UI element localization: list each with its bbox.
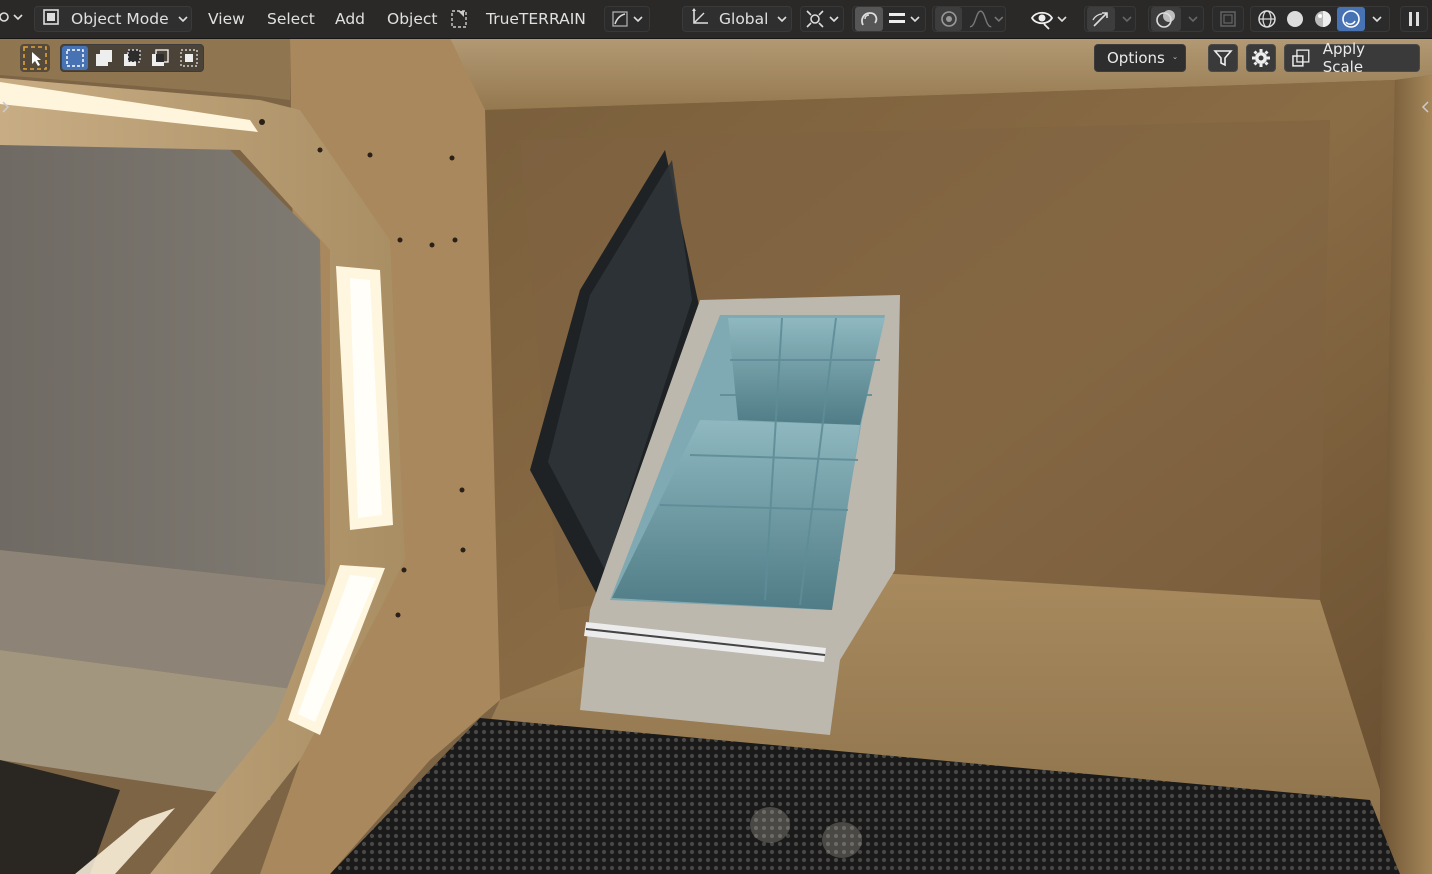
select-invert-icon [152, 49, 170, 66]
select-new-button[interactable] [62, 46, 89, 70]
xray-toggle[interactable] [1212, 6, 1244, 32]
toolbar-expand-icon[interactable] [1, 100, 11, 114]
select-subtract-icon [123, 49, 141, 66]
snap-toggle[interactable] [855, 7, 883, 31]
chevron-down-icon [910, 16, 920, 23]
overlay-group[interactable] [1148, 6, 1204, 32]
select-extend-button[interactable] [91, 46, 117, 70]
overlay-icon [1156, 10, 1175, 28]
menu-trueterrain[interactable]: TrueTERRAIN [480, 6, 592, 32]
menu-view[interactable]: View [202, 6, 251, 32]
chevron-down-icon [994, 16, 1004, 23]
select-intersect-icon [180, 49, 198, 67]
gizmo-group[interactable] [1084, 6, 1136, 32]
object-mode-icon [41, 7, 63, 31]
proportional-edit-icon [940, 11, 957, 27]
apply-scale-icon [1292, 49, 1310, 67]
addon-dropdown[interactable] [604, 6, 650, 32]
transform-orientation-icon [689, 6, 711, 32]
select-new-icon [66, 49, 84, 67]
filter-button[interactable] [1208, 44, 1238, 72]
chevron-down-icon [1057, 16, 1067, 23]
sidebar-expand-icon[interactable] [1420, 100, 1430, 114]
snap-group[interactable] [852, 6, 926, 32]
object-mode-dropdown[interactable]: Object Mode [34, 6, 192, 32]
overlay-toggle[interactable] [1151, 7, 1181, 31]
gizmo-toggle[interactable] [1087, 7, 1115, 31]
wireframe-shading-icon [1258, 10, 1276, 28]
editor-type-icon [0, 7, 26, 31]
proportional-edit-group[interactable] [932, 6, 1006, 32]
transform-orientation-dropdown[interactable]: Global [682, 6, 792, 32]
menu-add[interactable]: Add [329, 6, 371, 32]
material-shading-icon [1315, 11, 1331, 27]
rendered-scene [0, 0, 1432, 874]
settings-button[interactable] [1246, 44, 1276, 72]
select-cursor-icon [23, 46, 47, 70]
object-mode-label: Object Mode [71, 10, 169, 28]
pivot-point-icon [806, 10, 824, 28]
xray-icon [1220, 11, 1236, 27]
shading-group[interactable] [1250, 6, 1390, 32]
shading-wireframe[interactable] [1253, 7, 1281, 31]
apply-scale-button[interactable]: Apply Scale [1284, 40, 1420, 76]
solid-shading-icon [1287, 11, 1303, 27]
options-dropdown[interactable]: Options [1094, 44, 1186, 72]
visibility-dropdown[interactable] [1030, 6, 1076, 32]
editor-type-button[interactable] [0, 6, 26, 32]
select-subtract-button[interactable] [119, 46, 145, 70]
pause-icon [1409, 12, 1419, 26]
eye-icon [1030, 11, 1054, 30]
chevron-down-icon [1173, 57, 1177, 60]
falloff-curve-icon[interactable] [968, 9, 993, 29]
sidebar-toggle[interactable] [1400, 6, 1428, 32]
snap-increment-icon[interactable] [887, 9, 909, 29]
select-extend-icon [95, 50, 112, 66]
orientation-label: Global [719, 10, 769, 28]
chevron-down-icon [1372, 16, 1382, 23]
pivot-point-dropdown[interactable] [800, 6, 844, 32]
shading-solid[interactable] [1281, 7, 1309, 31]
chevron-down-icon [178, 16, 188, 23]
menu-select[interactable]: Select [261, 6, 321, 32]
viewport-header: Object Mode View Select Add Object TrueT… [0, 0, 1432, 39]
proportional-edit-toggle[interactable] [935, 7, 963, 31]
rendered-shading-icon [1342, 10, 1360, 28]
selection-mode-group[interactable] [60, 44, 204, 72]
filter-icon [1213, 50, 1233, 67]
options-label: Options [1107, 49, 1165, 67]
chevron-down-icon [1188, 16, 1198, 23]
shading-rendered[interactable] [1337, 7, 1365, 31]
menu-object[interactable]: Object [381, 6, 443, 32]
gear-icon [1252, 49, 1270, 67]
addon-icon [448, 6, 474, 32]
gizmo-icon [1092, 12, 1108, 27]
3d-viewport[interactable]: Object Mode View Select Add Object TrueT… [0, 0, 1432, 874]
chevron-down-icon [777, 16, 788, 23]
active-tool-button[interactable] [20, 44, 50, 72]
snap-magnet-icon [861, 12, 878, 26]
apply-scale-label: Apply Scale [1322, 40, 1366, 76]
chevron-down-icon [829, 16, 839, 23]
chevron-down-icon [1122, 16, 1132, 23]
curve-icon [612, 11, 628, 27]
select-intersect-button[interactable] [176, 46, 202, 70]
chevron-down-icon [633, 16, 643, 23]
select-invert-button[interactable] [147, 46, 173, 70]
shading-material[interactable] [1309, 7, 1337, 31]
